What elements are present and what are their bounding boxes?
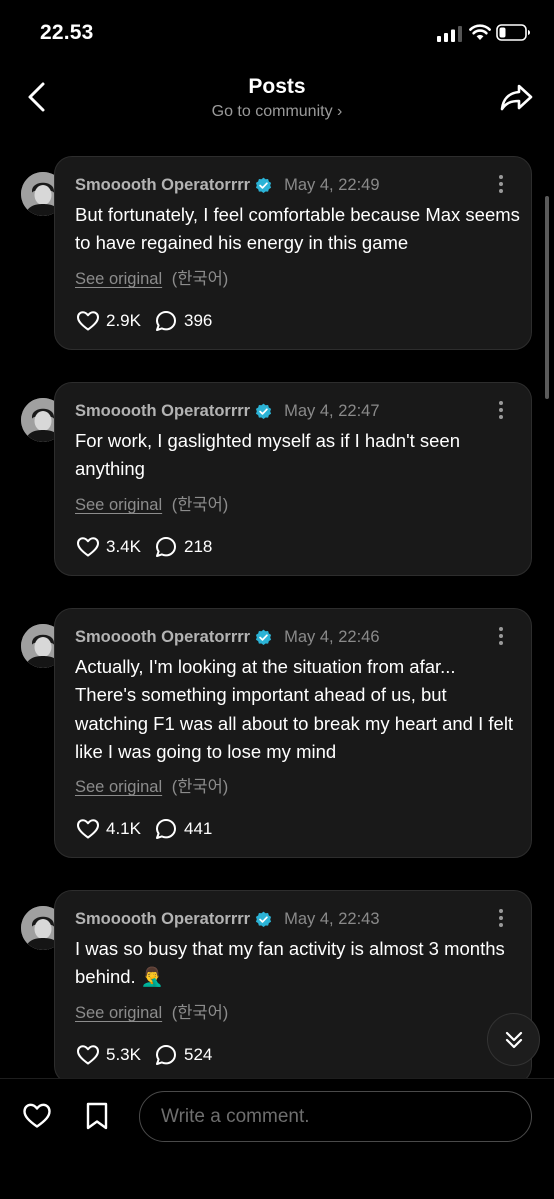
- post-header: Smooooth Operatorrrr May 4, 22:49: [75, 174, 380, 196]
- like-button[interactable]: 5.3K: [76, 1043, 141, 1067]
- comment-count: 218: [183, 537, 213, 556]
- post-card: Smooooth Operatorrrr May 4, 22:46 Actual…: [54, 608, 532, 858]
- author-name[interactable]: Smooooth Operatorrrr: [75, 176, 250, 195]
- comment-button[interactable]: 218: [154, 535, 212, 559]
- post-time: May 4, 22:49: [284, 175, 380, 194]
- share-button[interactable]: [498, 80, 536, 114]
- post-actions: 5.3K 524: [76, 1042, 212, 1068]
- double-chevron-down-icon: [505, 1031, 522, 1048]
- original-language: (한국어): [171, 496, 229, 514]
- more-options-button[interactable]: [497, 909, 505, 929]
- heart-icon: [77, 311, 99, 331]
- comment-button[interactable]: 396: [154, 309, 212, 333]
- translation-line: See original (한국어): [75, 999, 228, 1023]
- see-original-link[interactable]: See original: [75, 778, 162, 796]
- post-text: Actually, I'm looking at the situation f…: [75, 656, 514, 762]
- more-options-button[interactable]: [497, 401, 505, 421]
- bookmark-button[interactable]: [84, 1101, 110, 1131]
- post-time: May 4, 22:47: [284, 401, 380, 420]
- wifi-icon: [469, 24, 491, 40]
- post-text: I was so busy that my fan activity is al…: [75, 938, 505, 988]
- post-text: For work, I gaslighted myself as if I ha…: [75, 430, 461, 480]
- heart-icon: [77, 1045, 99, 1065]
- like-button[interactable]: 2.9K: [76, 309, 141, 333]
- post-header: Smooooth Operatorrrr May 4, 22:46: [75, 626, 380, 648]
- more-options-button[interactable]: [497, 627, 505, 647]
- verified-badge-icon: [256, 911, 272, 927]
- scroll-to-bottom-button[interactable]: [487, 1013, 540, 1066]
- comment-bar: [0, 1078, 554, 1199]
- comment-button[interactable]: 441: [154, 817, 212, 841]
- more-options-button[interactable]: [497, 175, 505, 195]
- like-count: 2.9K: [106, 311, 141, 330]
- post-text: But fortunately, I feel comfortable beca…: [75, 204, 520, 254]
- translation-line: See original (한국어): [75, 265, 228, 289]
- post-time: May 4, 22:46: [284, 627, 380, 646]
- original-language: (한국어): [171, 270, 229, 288]
- previous-post-edge: [60, 124, 500, 132]
- original-language: (한국어): [171, 778, 229, 796]
- like-button[interactable]: 4.1K: [76, 817, 141, 841]
- go-to-community-label: Go to community: [211, 103, 333, 120]
- author-name[interactable]: Smooooth Operatorrrr: [75, 628, 250, 647]
- post-header: Smooooth Operatorrrr May 4, 22:47: [75, 400, 380, 422]
- heart-icon: [77, 819, 99, 839]
- see-original-link[interactable]: See original: [75, 270, 162, 288]
- verified-badge-icon: [256, 177, 272, 193]
- comment-button[interactable]: 524: [154, 1043, 212, 1067]
- like-count: 3.4K: [106, 537, 141, 556]
- scrollbar[interactable]: [545, 196, 549, 399]
- post-actions: 2.9K 396: [76, 308, 212, 334]
- comment-bubble-icon: [155, 311, 176, 331]
- go-to-community-link[interactable]: Go to community ›: [0, 103, 554, 121]
- post-card: Smooooth Operatorrrr May 4, 22:49 But fo…: [54, 156, 532, 350]
- comment-count: 396: [183, 311, 213, 330]
- original-language: (한국어): [171, 1004, 229, 1022]
- see-original-link[interactable]: See original: [75, 496, 162, 514]
- post-time: May 4, 22:43: [284, 909, 380, 928]
- comment-bubble-icon: [155, 537, 176, 557]
- verified-badge-icon: [256, 629, 272, 645]
- comment-bubble-icon: [155, 1045, 176, 1065]
- translation-line: See original (한국어): [75, 491, 228, 515]
- like-count: 5.3K: [106, 1045, 141, 1064]
- like-post-button[interactable]: [22, 1101, 52, 1129]
- header: Posts Go to community ›: [0, 64, 554, 128]
- battery-icon: [496, 24, 530, 41]
- comment-bubble-icon: [155, 819, 176, 839]
- post-header: Smooooth Operatorrrr May 4, 22:43: [75, 908, 380, 930]
- author-name[interactable]: Smooooth Operatorrrr: [75, 402, 250, 421]
- page-title: Posts: [248, 75, 306, 98]
- comment-count: 441: [183, 819, 213, 838]
- status-bar: 22.53: [0, 0, 554, 64]
- post-actions: 4.1K 441: [76, 816, 212, 842]
- chevron-right-icon: ›: [337, 103, 343, 120]
- heart-icon: [77, 537, 99, 557]
- author-name[interactable]: Smooooth Operatorrrr: [75, 910, 250, 929]
- post-actions: 3.4K 218: [76, 534, 212, 560]
- comment-input[interactable]: [139, 1091, 532, 1142]
- translation-line: See original (한국어): [75, 773, 228, 797]
- like-count: 4.1K: [106, 819, 141, 838]
- status-time: 22.53: [40, 21, 94, 44]
- cellular-signal-icon: [437, 26, 462, 42]
- post-card: Smooooth Operatorrrr May 4, 22:47 For wo…: [54, 382, 532, 576]
- like-button[interactable]: 3.4K: [76, 535, 141, 559]
- see-original-link[interactable]: See original: [75, 1004, 162, 1022]
- verified-badge-icon: [256, 403, 272, 419]
- post-card: Smooooth Operatorrrr May 4, 22:43 I was …: [54, 890, 532, 1084]
- comment-count: 524: [183, 1045, 213, 1064]
